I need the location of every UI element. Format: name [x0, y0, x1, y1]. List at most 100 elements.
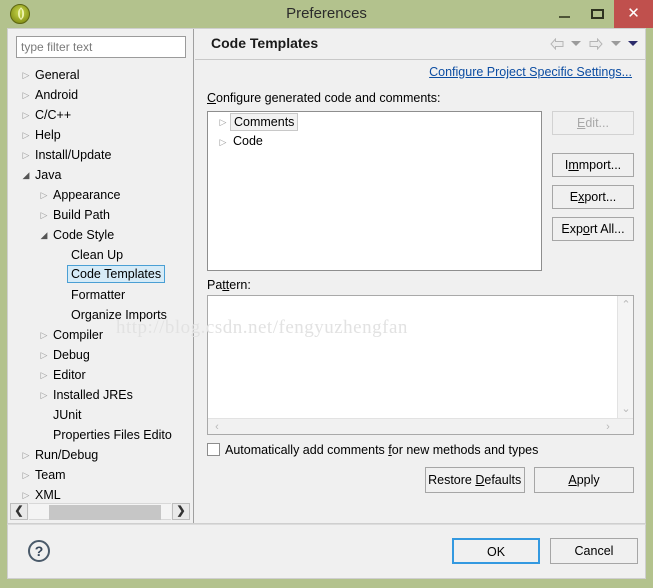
- tree-expand-icon[interactable]: ▷: [19, 85, 33, 105]
- restore-defaults-button[interactable]: Restore Defaults: [424, 467, 525, 493]
- template-group-comments[interactable]: ▷ Comments: [208, 112, 541, 132]
- tree-collapse-icon[interactable]: ◢: [19, 165, 33, 185]
- auto-comments-checkbox-row[interactable]: Automatically add comments for new metho…: [207, 443, 538, 457]
- minimize-button[interactable]: [548, 0, 581, 28]
- preferences-tree[interactable]: ▷ General ▷ Android ▷ C/C++ ▷ Help ▷ Install/Upda…: [9, 65, 192, 505]
- tree-expand-icon[interactable]: ▷: [37, 345, 51, 365]
- sidebar-item-label: Java: [35, 168, 62, 182]
- sidebar-item-help[interactable]: ▷ Help: [9, 125, 192, 145]
- auto-comments-checkbox[interactable]: [207, 443, 220, 456]
- sidebar-item-properties-files-edito[interactable]: Properties Files Edito: [9, 425, 192, 445]
- sidebar-item-label: JUnit: [53, 408, 82, 422]
- sidebar-item-android[interactable]: ▷ Android: [9, 85, 192, 105]
- tree-expand-icon[interactable]: ▷: [19, 445, 33, 465]
- sidebar-item-compiler[interactable]: ▷ Compiler: [9, 325, 192, 345]
- sidebar-item-general[interactable]: ▷ General: [9, 65, 192, 85]
- tree-expand-icon[interactable]: ▷: [216, 132, 230, 152]
- close-button[interactable]: ✕: [614, 0, 653, 28]
- sidebar-item-build-path[interactable]: ▷ Build Path: [9, 205, 192, 225]
- tree-expand-icon[interactable]: ▷: [19, 125, 33, 145]
- tree-expand-icon[interactable]: ▷: [19, 105, 33, 125]
- help-icon[interactable]: ?: [28, 540, 50, 562]
- maximize-button[interactable]: [581, 0, 614, 28]
- forward-history-dropdown-icon[interactable]: [610, 41, 621, 47]
- ok-button[interactable]: OK: [452, 538, 540, 564]
- scroll-left-icon[interactable]: ❮: [10, 503, 28, 520]
- sidebar-item-team[interactable]: ▷ Team: [9, 465, 192, 485]
- configure-project-specific-settings-link[interactable]: Configure Project Specific Settings...: [429, 65, 632, 79]
- pattern-textarea[interactable]: ⌃ ⌄ ‹ ›: [207, 295, 634, 435]
- restore-defaults-prefix: Restore: [428, 473, 476, 487]
- sidebar-item-xml[interactable]: ▷ XML: [9, 485, 192, 505]
- sidebar-item-junit[interactable]: JUnit: [9, 405, 192, 425]
- scroll-right-icon[interactable]: ❯: [172, 503, 190, 520]
- sidebar-item-code-templates[interactable]: Code Templates: [9, 265, 192, 285]
- tree-expand-icon[interactable]: ▷: [37, 385, 51, 405]
- scroll-down-icon[interactable]: ⌄: [618, 402, 634, 416]
- tree-expand-icon[interactable]: ▷: [37, 205, 51, 225]
- sidebar-item-label: Compiler: [53, 328, 104, 342]
- export-all-button[interactable]: Export All...: [552, 217, 634, 241]
- sidebar-item-c-c[interactable]: ▷ C/C++: [9, 105, 192, 125]
- scrollbar-track[interactable]: [29, 503, 171, 520]
- sidebar-item-debug[interactable]: ▷ Debug: [9, 345, 192, 365]
- tree-expand-icon[interactable]: ▷: [37, 185, 51, 205]
- sidebar-item-run-debug[interactable]: ▷ Run/Debug: [9, 445, 192, 465]
- sidebar-item-editor[interactable]: ▷ Editor: [9, 365, 192, 385]
- sidebar-item-label: Help: [35, 128, 61, 142]
- page-action-buttons: Restore Defaults Apply: [419, 467, 634, 493]
- sidebar-item-install-update[interactable]: ▷ Install/Update: [9, 145, 192, 165]
- sidebar-item-label: C/C++: [35, 108, 72, 122]
- export-all-button-prefix: Exp: [561, 222, 583, 236]
- tree-expand-icon[interactable]: ▷: [37, 325, 51, 345]
- sidebar-item-label: Organize Imports: [71, 308, 167, 322]
- tree-expand-icon[interactable]: ▷: [19, 465, 33, 485]
- sidebar-horizontal-scrollbar[interactable]: ❮ ❯: [10, 503, 190, 520]
- sidebar-item-label: XML: [35, 488, 61, 502]
- restore-defaults-label: efaults: [484, 473, 522, 487]
- section-label-mnemonic: C: [207, 91, 217, 105]
- pattern-vertical-scrollbar[interactable]: ⌃ ⌄: [617, 296, 633, 418]
- cancel-button[interactable]: Cancel: [550, 538, 638, 564]
- tree-expand-icon[interactable]: ▷: [19, 65, 33, 85]
- back-arrow-icon[interactable]: [549, 37, 564, 50]
- pattern-label: Pattern:: [207, 278, 251, 292]
- forward-arrow-icon[interactable]: [589, 37, 603, 50]
- preferences-page: Code Templates Configure Project Specifi…: [195, 29, 645, 523]
- sidebar-item-label: Build Path: [53, 208, 110, 222]
- sidebar-item-installed-jres[interactable]: ▷ Installed JREs: [9, 385, 192, 405]
- title-bar: () Preferences ✕: [0, 0, 653, 28]
- apply-button[interactable]: Apply: [534, 467, 634, 493]
- filter-input[interactable]: [16, 36, 186, 58]
- edit-button[interactable]: Edit...: [552, 111, 634, 135]
- tree-expand-icon[interactable]: ▷: [216, 112, 230, 132]
- pattern-horizontal-scrollbar[interactable]: ‹ ›: [208, 418, 633, 434]
- template-group-label: Comments: [230, 113, 299, 131]
- back-history-dropdown-icon[interactable]: [570, 41, 581, 47]
- scrollbar-thumb[interactable]: [49, 505, 161, 520]
- templates-tree[interactable]: ▷ Comments ▷ Code: [207, 111, 542, 271]
- view-menu-dropdown-icon[interactable]: [628, 41, 638, 47]
- tree-expand-icon[interactable]: ▷: [37, 365, 51, 385]
- tree-expand-icon[interactable]: ▷: [19, 145, 33, 165]
- sidebar-item-clean-up[interactable]: Clean Up: [9, 245, 192, 265]
- sidebar-item-appearance[interactable]: ▷ Appearance: [9, 185, 192, 205]
- sidebar-item-java[interactable]: ◢ Java: [9, 165, 192, 185]
- sidebar-item-formatter[interactable]: Formatter: [9, 285, 192, 305]
- export-button[interactable]: Export...: [552, 185, 634, 209]
- tree-collapse-icon[interactable]: ◢: [37, 225, 51, 245]
- import-button[interactable]: Immport...: [552, 153, 634, 177]
- tree-expand-icon[interactable]: ▷: [19, 485, 33, 505]
- scroll-up-icon[interactable]: ⌃: [618, 298, 634, 312]
- page-title: Code Templates: [211, 35, 319, 51]
- import-button-label: mport...: [578, 158, 622, 172]
- close-icon: ✕: [627, 5, 640, 22]
- sidebar-item-code-style[interactable]: ◢ Code Style: [9, 225, 192, 245]
- scroll-left-small-icon[interactable]: ‹: [211, 420, 223, 434]
- scroll-right-small-icon[interactable]: ›: [602, 420, 614, 434]
- sidebar-item-label: Debug: [53, 348, 90, 362]
- template-group-code[interactable]: ▷ Code: [208, 132, 541, 152]
- export-button-label: port...: [584, 190, 617, 204]
- sidebar-item-organize-imports[interactable]: Organize Imports: [9, 305, 192, 325]
- sidebar-item-label: Code Templates: [67, 265, 166, 283]
